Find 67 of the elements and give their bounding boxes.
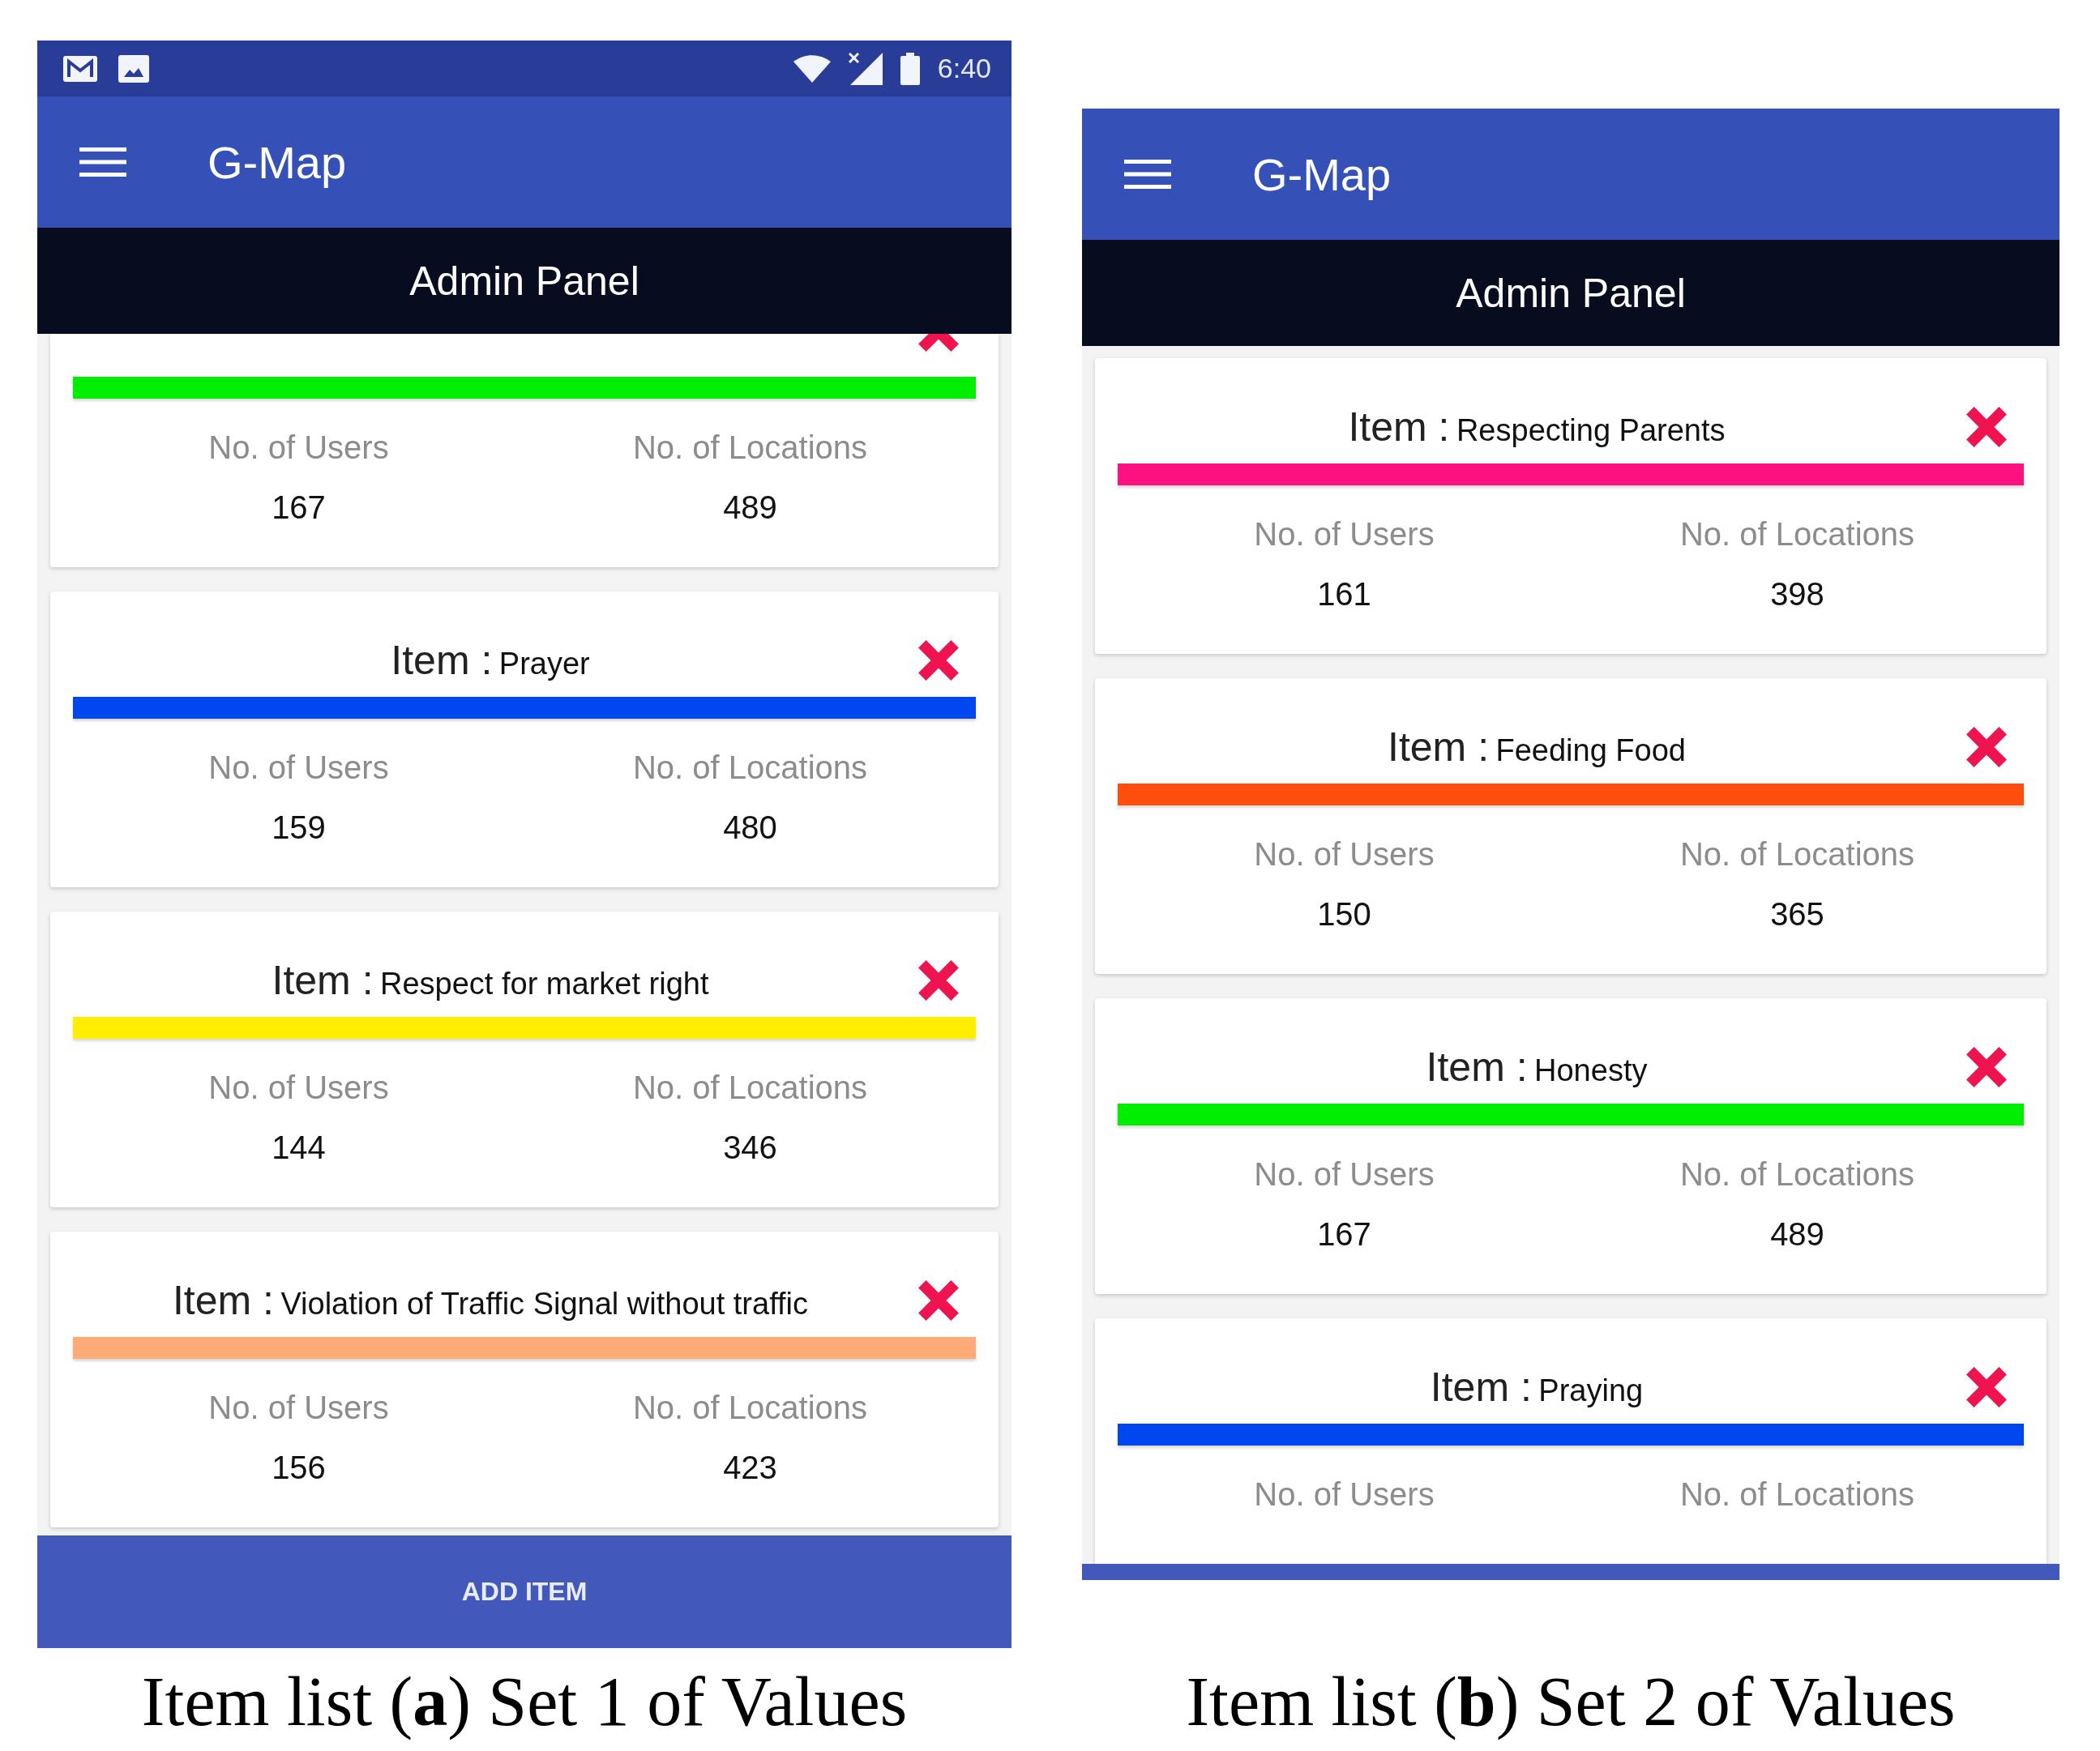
stat-value: 365 [1770, 895, 1824, 933]
figure-caption: Item list (a) Set 1 of Values [141, 1662, 908, 1742]
item-label: Item : [391, 638, 493, 683]
stat-label: No. of Locations [632, 1069, 868, 1107]
stat-label: No. of Users [208, 1069, 389, 1107]
item-label: Item : [1388, 724, 1490, 770]
stat-label: No. of Users [208, 429, 389, 467]
stat-value: 423 [723, 1449, 777, 1487]
cross-icon[interactable] [1964, 1044, 2009, 1090]
app-title: G-Map [207, 135, 347, 189]
stat-label: No. of Users [1254, 515, 1435, 553]
item-name: Respect for market right [380, 967, 709, 1001]
stat-value: 489 [1770, 1215, 1824, 1253]
cross-icon[interactable] [916, 334, 961, 354]
stat-label: No. of Locations [632, 1389, 868, 1427]
item-label: Item : [172, 1278, 274, 1323]
item-label: Item : [272, 958, 374, 1003]
stat-value: 489 [723, 489, 777, 527]
figure-caption: Item list (b) Set 2 of Values [1186, 1662, 1956, 1742]
stat-label: No. of Locations [1679, 835, 1915, 873]
stat-value: 156 [272, 1449, 326, 1487]
stat-label: No. of Users [1254, 835, 1435, 873]
item-label: Item : [1430, 1364, 1532, 1410]
add-item-button[interactable]: ADD ITEM [37, 1535, 1012, 1648]
mail-icon [63, 55, 97, 82]
stat-label: No. of Users [1254, 1476, 1435, 1514]
stat-value: 159 [272, 809, 326, 847]
cross-icon[interactable] [916, 638, 961, 683]
item-label: Item : [1426, 1044, 1528, 1090]
stat-value: 150 [1317, 895, 1371, 933]
stat-value: 144 [272, 1129, 326, 1167]
stat-label: No. of Locations [1679, 1155, 1915, 1194]
item-name: Respecting Parents [1456, 413, 1726, 447]
menu-icon[interactable] [79, 147, 126, 177]
stat-label: No. of Locations [1679, 1476, 1915, 1514]
battery-icon [900, 52, 920, 85]
wifi-icon [793, 54, 831, 83]
stat-label: No. of Users [208, 1389, 389, 1427]
stat-value: 167 [272, 489, 326, 527]
stat-label: No. of Locations [1679, 515, 1915, 553]
stat-label: No. of Users [208, 749, 389, 787]
image-icon [118, 54, 149, 83]
stat-value: 346 [723, 1129, 777, 1167]
stat-value: 398 [1770, 575, 1824, 613]
app-title: G-Map [1252, 147, 1392, 201]
stat-value: 167 [1317, 1215, 1371, 1253]
cross-icon[interactable] [1964, 724, 2009, 770]
stat-value: 480 [723, 809, 777, 847]
panel-title: Admin Panel [1456, 269, 1686, 317]
stat-value: 161 [1317, 575, 1371, 613]
stat-label: No. of Locations [632, 429, 868, 467]
item-name: Honesty [1534, 1053, 1648, 1087]
clock-time: 6:40 [937, 53, 991, 84]
stat-label: No. of Users [1254, 1155, 1435, 1194]
item-name: Prayer [498, 647, 590, 681]
item-name: Praying [1538, 1373, 1644, 1407]
cross-icon[interactable] [1964, 1364, 2009, 1410]
menu-icon[interactable] [1124, 160, 1171, 189]
item-name: Violation of Traffic Signal without traffic [280, 1287, 809, 1321]
cross-icon[interactable] [916, 958, 961, 1003]
cross-icon[interactable] [916, 1278, 961, 1323]
stat-label: No. of Locations [632, 749, 868, 787]
cross-icon[interactable] [1964, 404, 2009, 450]
panel-title: Admin Panel [409, 257, 639, 305]
item-name: Feeding Food [1495, 733, 1686, 767]
signal-icon [848, 52, 883, 85]
item-label: Item : [1348, 404, 1450, 450]
